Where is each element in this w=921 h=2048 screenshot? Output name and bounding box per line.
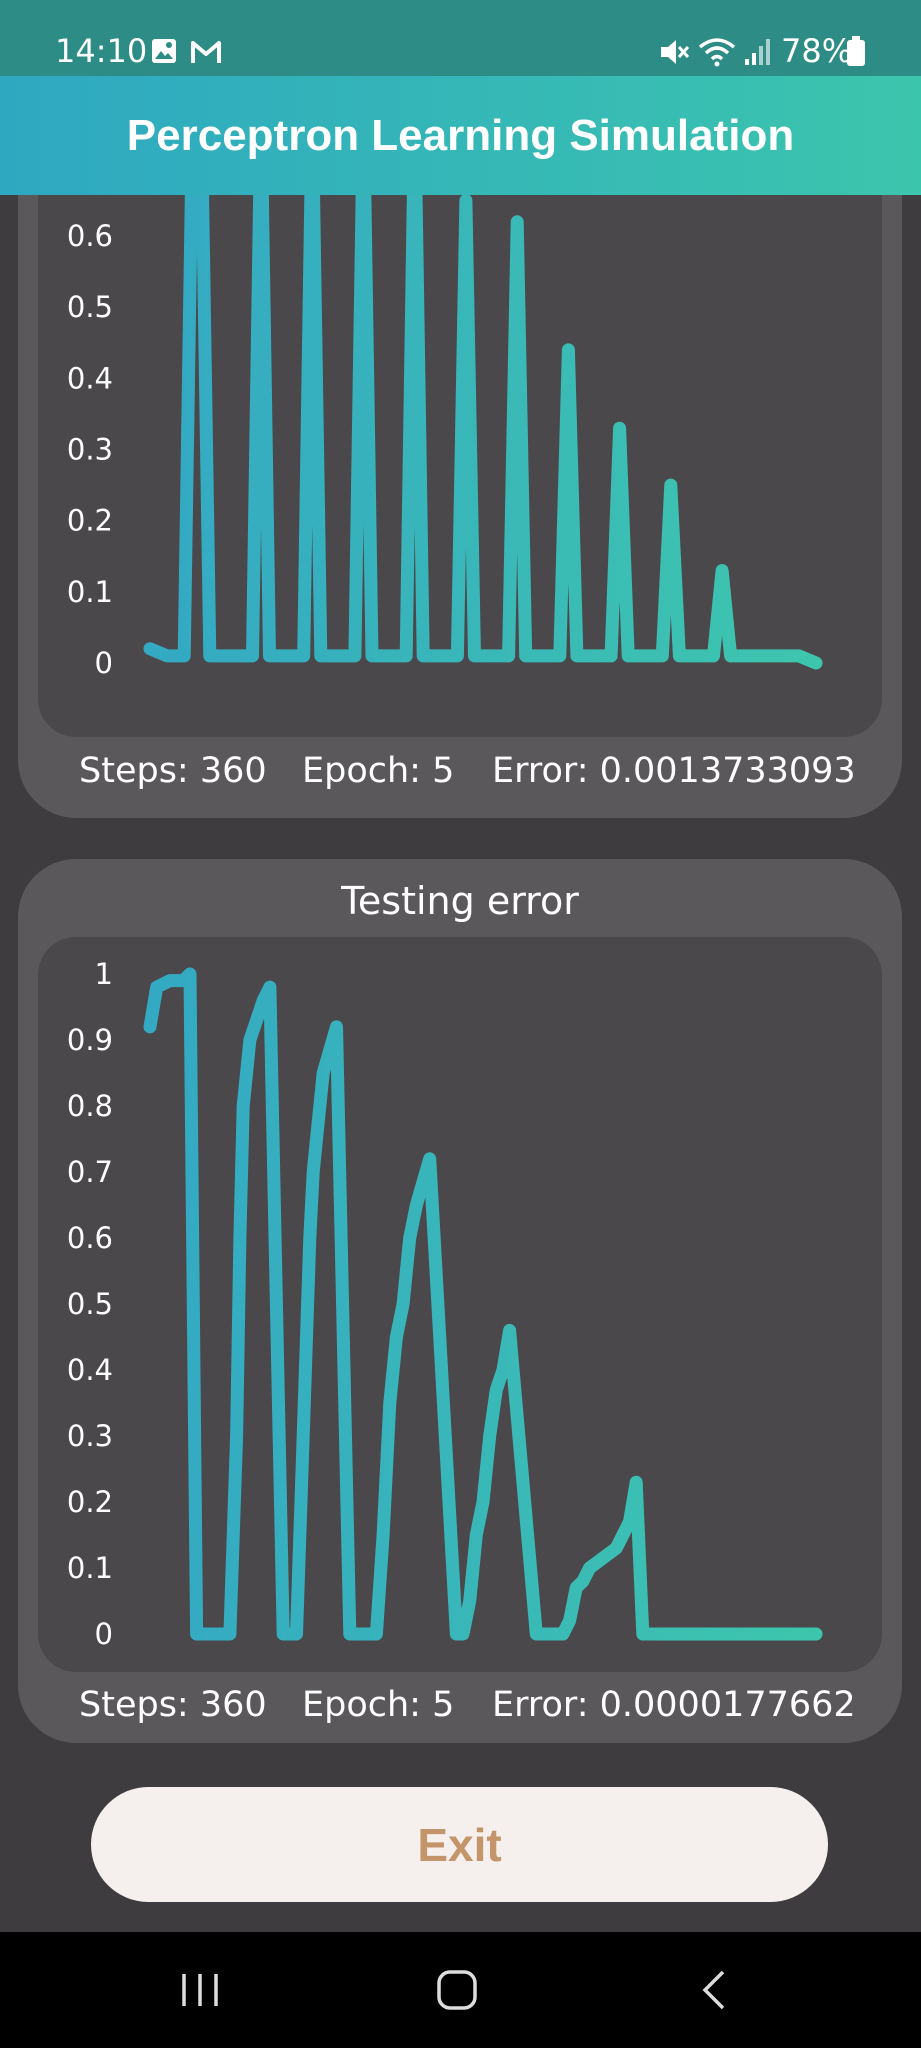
testing-y-tick-10: 1 xyxy=(95,957,113,991)
mute-icon xyxy=(661,40,690,64)
status-time: 14:10 xyxy=(55,32,148,70)
exit-label: Exit xyxy=(417,1818,502,1871)
app-bar: Perceptron Learning Simulation xyxy=(0,76,921,195)
exit-button[interactable]: Exit xyxy=(91,1787,828,1902)
battery-icon xyxy=(847,36,865,66)
testing-error-value: Error: 0.0000177662 xyxy=(492,1685,856,1725)
gmail-icon xyxy=(191,41,221,63)
navigation-bar xyxy=(0,1932,921,2048)
recent-apps-button[interactable] xyxy=(160,1952,240,2028)
training-y-tick-6: 0.6 xyxy=(67,219,113,253)
training-epoch: Epoch: 5 xyxy=(302,751,455,791)
testing-y-tick-2: 0.2 xyxy=(67,1485,113,1519)
training-y-tick-1: 0.1 xyxy=(67,575,113,609)
training-series-line-0 xyxy=(143,195,823,670)
testing-y-tick-4: 0.4 xyxy=(67,1353,113,1387)
training-error-card: 00.10.20.30.40.50.60.7 Steps: 360 Epoch:… xyxy=(18,195,902,818)
gallery-icon xyxy=(152,39,176,63)
testing-y-tick-5: 0.5 xyxy=(67,1287,113,1321)
back-icon xyxy=(702,1970,725,2010)
testing-y-tick-8: 0.8 xyxy=(67,1089,113,1123)
testing-y-tick-7: 0.7 xyxy=(67,1155,113,1189)
training-error-chart: 00.10.20.30.40.50.60.7 xyxy=(67,195,823,680)
testing-error-chart: 0 0.1 0.2 0.3 0.4 0.5 0.6 0.7 0.8 0.9 1 xyxy=(67,957,823,1651)
wifi-icon xyxy=(698,38,736,67)
testing-error-card: Testing error 0 0.1 0.2 0.3 0.4 0.5 0.6 0.7 0.8 0… xyxy=(18,859,902,1743)
testing-y-tick-6: 0.6 xyxy=(67,1221,113,1255)
content-scroll[interactable]: 0 0.1 0.2 0.3 0.4 0.5 0.6 0.7 Steps: 360 Epoch:… xyxy=(0,195,921,1932)
training-chart-area: 00.10.20.30.40.50.60.7 xyxy=(38,195,882,737)
training-y-tick-2: 0.2 xyxy=(67,504,113,538)
training-y-tick-5: 0.5 xyxy=(67,290,113,324)
status-bar: 14:10 78% xyxy=(0,0,921,76)
training-stats: Steps: 360 Epoch: 5 Error: 0.0013733093 xyxy=(18,747,902,795)
battery-level: 78% xyxy=(781,32,853,70)
testing-chart-area: 0 0.1 0.2 0.3 0.4 0.5 0.6 0.7 0.8 0.9 1 xyxy=(38,937,882,1672)
testing-series-line-0 xyxy=(143,967,823,1641)
training-y-tick-3: 0.3 xyxy=(67,433,113,467)
testing-steps: Steps: 360 xyxy=(79,1685,267,1725)
training-steps: Steps: 360 xyxy=(79,751,267,791)
back-button[interactable] xyxy=(675,1952,755,2028)
training-y-tick-0: 0 xyxy=(95,646,113,680)
app-title: Perceptron Learning Simulation xyxy=(126,110,795,160)
testing-stats: Steps: 360 Epoch: 5 Error: 0.0000177662 xyxy=(18,1681,902,1729)
home-button[interactable] xyxy=(417,1952,497,2028)
testing-y-tick-1: 0.1 xyxy=(67,1551,113,1585)
testing-y-tick-3: 0.3 xyxy=(67,1419,113,1453)
signal-icon xyxy=(745,39,770,65)
recent-apps-icon xyxy=(182,1974,218,2006)
testing-y-tick-9: 0.9 xyxy=(67,1023,113,1057)
testing-y-tick-0: 0 xyxy=(95,1617,113,1651)
testing-epoch: Epoch: 5 xyxy=(302,1685,455,1725)
training-y-tick-4: 0.4 xyxy=(67,361,113,395)
training-error-value: Error: 0.0013733093 xyxy=(492,751,856,791)
testing-error-title: Testing error xyxy=(341,879,579,923)
home-icon xyxy=(437,1970,477,2010)
